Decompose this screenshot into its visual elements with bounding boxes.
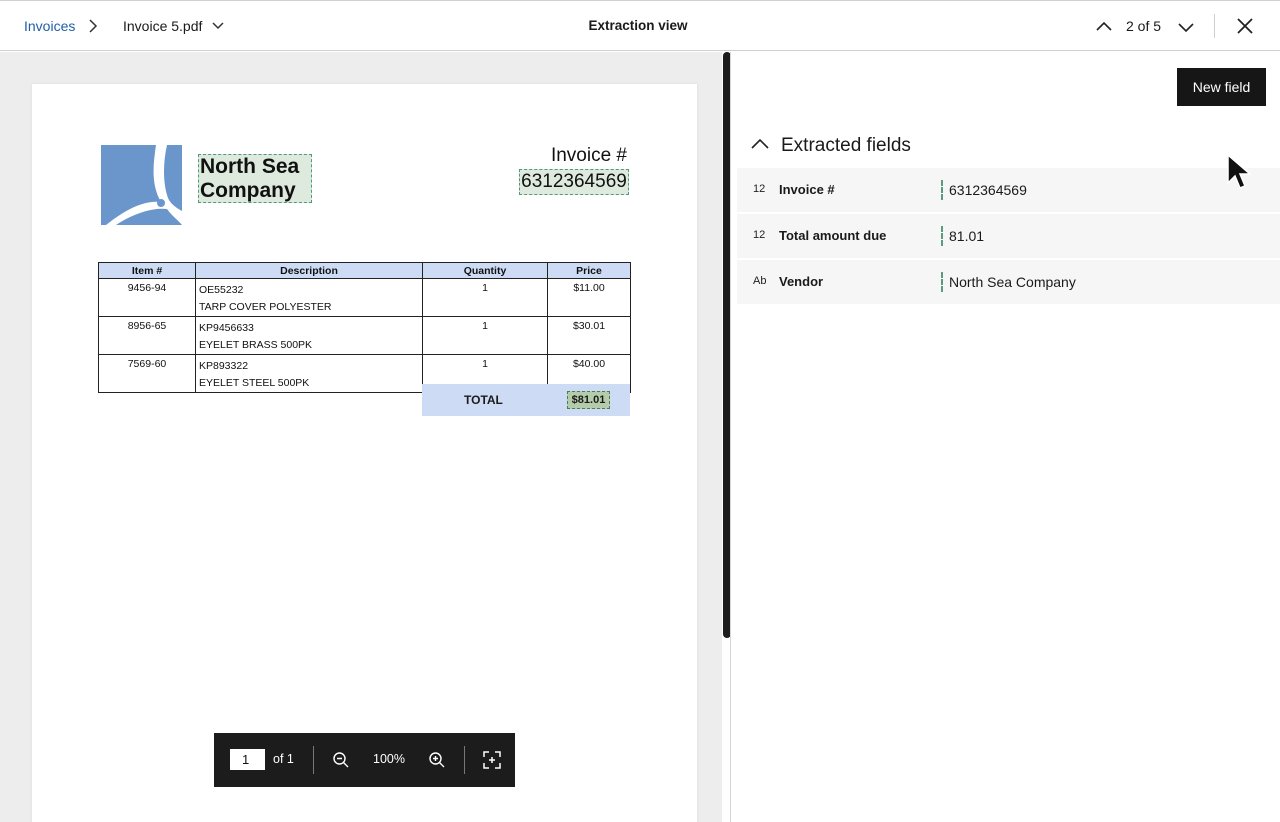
divider [941,272,943,292]
next-document-chevron-down-icon[interactable] [1176,17,1196,37]
total-label: TOTAL [464,393,503,407]
cell-price: $11.00 [547,278,631,317]
panel-divider [730,52,731,822]
chevron-right-icon [89,19,98,33]
cell-description: KP893322 EYELET STEEL 500PK [195,354,423,393]
fit-to-screen-icon[interactable] [482,750,502,770]
new-field-button[interactable]: New field [1177,68,1266,106]
company-name-line1: North Sea [200,155,300,178]
text-type-icon: Ab [753,275,767,287]
item-desc: EYELET STEEL 500PK [199,377,310,389]
field-label: Vendor [779,274,824,289]
breadcrumb-file-name[interactable]: Invoice 5.pdf [123,18,202,34]
total-row: TOTAL $81.01 [422,384,630,416]
cell-item: 7569-60 [98,354,196,393]
page-total: of 1 [273,752,294,766]
previous-document-chevron-up-icon[interactable] [1094,17,1114,37]
divider [464,746,465,774]
page-number-input[interactable] [230,749,265,770]
zoom-toolbar: of 1 100% [214,733,515,787]
header-description: Description [195,262,423,279]
header-item: Item # [98,262,196,279]
field-row-total-amount-due[interactable]: 12 Total amount due 81.01 [737,214,1280,258]
divider [941,180,943,200]
cell-price: $30.01 [547,316,631,355]
divider [941,226,943,246]
item-desc: TARP COVER POLYESTER [199,301,332,313]
company-logo [101,145,182,225]
divider [313,746,314,774]
cell-quantity: 1 [422,316,548,355]
cell-item: 9456-94 [98,278,196,317]
field-label: Invoice # [779,182,835,197]
top-bar: Invoices Invoice 5.pdf Extraction view 2… [0,0,1280,51]
invoice-number-highlight[interactable]: 6312364569 [519,169,629,195]
cell-description: OE55232 TARP COVER POLYESTER [195,278,423,317]
invoice-number-label: Invoice # [550,145,627,166]
chevron-down-icon[interactable] [210,18,226,34]
divider [1214,14,1215,38]
header-price: Price [547,262,631,279]
item-desc: EYELET BRASS 500PK [199,339,313,351]
chevron-up-icon[interactable] [750,136,770,152]
table-row: 8956-65 KP9456633 EYELET BRASS 500PK 1 $3… [98,316,631,355]
invoice-number: 6312364569 [521,171,627,192]
breadcrumb-invoices-link[interactable]: Invoices [24,18,75,34]
table-row: 9456-94 OE55232 TARP COVER POLYESTER 1 $1… [98,278,631,317]
field-row-vendor[interactable]: Ab Vendor North Sea Company [737,260,1280,304]
cell-quantity: 1 [422,278,548,317]
wind-turbine-logo-icon [106,145,182,225]
zoom-level: 100% [373,752,405,766]
company-name-line2: Company [200,179,296,202]
field-value[interactable]: 81.01 [949,228,984,244]
cell-item: 8956-65 [98,316,196,355]
total-amount-highlight[interactable]: $81.01 [567,391,610,409]
line-items-table: Item # Description Quantity Price 9456-9… [98,262,631,393]
total-amount: $81.01 [571,394,606,406]
field-row-invoice-number[interactable]: 12 Invoice # 6312364569 [737,168,1280,212]
zoom-out-icon[interactable] [332,751,350,769]
field-value[interactable]: North Sea Company [949,274,1076,290]
zoom-in-icon[interactable] [428,751,446,769]
extracted-fields-heading: Extracted fields [781,135,911,156]
cell-description: KP9456633 EYELET BRASS 500PK [195,316,423,355]
number-type-icon: 12 [753,183,766,195]
item-code: OE55232 [199,284,244,296]
table-header-row: Item # Description Quantity Price [98,262,631,279]
item-code: KP9456633 [199,322,254,334]
document-page: North Sea Company Invoice # 6312364569 I… [32,84,697,822]
document-viewer[interactable]: North Sea Company Invoice # 6312364569 I… [0,52,722,822]
vendor-highlight[interactable]: North Sea Company [198,154,312,203]
document-counter: 2 of 5 [1126,18,1162,34]
header-quantity: Quantity [422,262,548,279]
close-icon[interactable] [1234,15,1256,37]
number-type-icon: 12 [753,229,766,241]
field-label: Total amount due [779,228,887,243]
field-value[interactable]: 6312364569 [949,182,1027,198]
item-code: KP893322 [199,360,249,372]
